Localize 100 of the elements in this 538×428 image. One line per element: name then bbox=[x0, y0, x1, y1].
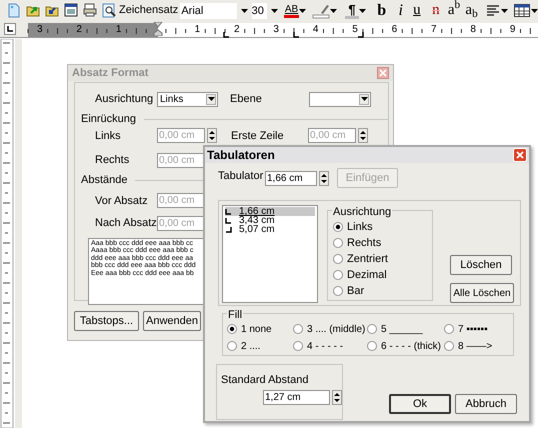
radio-label[interactable]: 4 - - - - - bbox=[307, 338, 344, 354]
tabstops-button[interactable]: Tabstops... bbox=[74, 311, 139, 331]
radio-button[interactable] bbox=[293, 324, 303, 334]
ruler-number: 4 bbox=[312, 24, 320, 36]
tab-position-field[interactable]: 1,66 cm bbox=[265, 170, 317, 186]
font-label: Zeichensatz bbox=[119, 3, 178, 18]
field-label: Ebene bbox=[230, 92, 263, 107]
radio-button[interactable] bbox=[227, 341, 237, 351]
align-icon[interactable] bbox=[487, 4, 499, 16]
ruler-number: 7 bbox=[430, 24, 438, 36]
radio-label[interactable]: Dezimal bbox=[347, 266, 387, 284]
ruler-number: 5 bbox=[351, 24, 359, 36]
field-label: Standard Abstand bbox=[221, 373, 308, 388]
close-icon[interactable] bbox=[377, 67, 389, 79]
tab-stop-icon[interactable] bbox=[293, 32, 300, 38]
tab-stop-icon[interactable] bbox=[357, 32, 364, 38]
field-label: Rechts bbox=[95, 153, 130, 168]
ruler-number: 3 bbox=[36, 24, 44, 36]
font-color-button[interactable]: AB bbox=[284, 4, 300, 18]
table-icon[interactable] bbox=[514, 4, 530, 17]
ruler-number: 9 bbox=[508, 24, 516, 36]
radio-label[interactable]: Bar bbox=[347, 282, 364, 300]
ruler-number: 2 bbox=[75, 24, 83, 36]
printer-icon[interactable] bbox=[83, 3, 97, 18]
radio-label[interactable]: 2 .... bbox=[241, 338, 260, 354]
underline-button[interactable]: u bbox=[412, 0, 422, 22]
ruler-number: 6 bbox=[390, 24, 398, 36]
radio-button[interactable] bbox=[444, 341, 454, 351]
radio-label[interactable]: Zentriert bbox=[347, 250, 388, 268]
radio-label[interactable]: 8 ——> bbox=[458, 338, 492, 354]
cancel-button[interactable]: Abbruch bbox=[455, 394, 517, 414]
caret-icon[interactable] bbox=[358, 8, 366, 12]
ruler-corner-icon[interactable] bbox=[4, 23, 16, 35]
font-field[interactable]: Arial bbox=[180, 2, 237, 18]
spinner-icon[interactable] bbox=[332, 390, 342, 404]
radio-button[interactable] bbox=[293, 341, 303, 351]
radio-label[interactable]: Links bbox=[347, 218, 373, 236]
radio-button[interactable] bbox=[367, 324, 377, 334]
radio-button[interactable] bbox=[333, 270, 343, 280]
radio-label[interactable]: 6 - - - - (thick) bbox=[381, 338, 441, 354]
highlighter-icon[interactable] bbox=[312, 2, 330, 18]
list-text: 3,43 cm bbox=[239, 216, 275, 225]
radio-button[interactable] bbox=[227, 324, 237, 334]
indent-marker-icon[interactable] bbox=[153, 22, 163, 36]
caret-icon[interactable] bbox=[240, 8, 248, 12]
list-item[interactable]: 1,66 cm bbox=[225, 207, 315, 216]
field-label: Links bbox=[95, 128, 122, 144]
field-label: Tabulator bbox=[218, 169, 264, 184]
radio-button[interactable] bbox=[333, 286, 343, 296]
radio-button[interactable] bbox=[333, 222, 343, 232]
ruler-number: 1 bbox=[194, 24, 202, 36]
section-heading: Einrückung bbox=[81, 112, 136, 128]
ruler-number: 1 bbox=[114, 24, 122, 36]
group-label: Ausrichtung bbox=[332, 204, 392, 220]
caret-icon[interactable] bbox=[208, 97, 214, 102]
field-label: Ausrichtung bbox=[95, 92, 154, 107]
ok-button[interactable]: Ok bbox=[389, 394, 451, 414]
caret-icon[interactable] bbox=[501, 8, 508, 12]
field-label: Vor Absatz bbox=[95, 194, 149, 208]
default-spacing-field[interactable]: 1,27 cm bbox=[263, 390, 330, 404]
alignment-select[interactable]: Links bbox=[157, 92, 218, 107]
delete-button[interactable]: Löschen bbox=[450, 255, 512, 275]
new-document-icon[interactable] bbox=[7, 3, 21, 18]
caret-icon[interactable] bbox=[270, 8, 278, 12]
radio-button[interactable] bbox=[333, 254, 343, 264]
field-label: Nach Absatz bbox=[95, 216, 157, 231]
list-text: 5,07 cm bbox=[239, 225, 275, 234]
list-item[interactable]: 5,07 cm bbox=[225, 225, 315, 234]
ruler-number: 8 bbox=[469, 24, 477, 36]
radio-label[interactable]: 3 .... (middle) bbox=[307, 322, 366, 336]
window-title: Absatz Format bbox=[72, 66, 148, 81]
bold-button[interactable]: b bbox=[376, 0, 388, 22]
radio-button[interactable] bbox=[444, 324, 454, 334]
radio-label[interactable]: Rechts bbox=[347, 234, 382, 252]
radio-label[interactable]: 7 ▪▪▪▪▪▪ bbox=[458, 322, 488, 336]
spinner-icon[interactable] bbox=[358, 128, 368, 144]
size-field[interactable]: 30 bbox=[252, 2, 267, 18]
list-text: 1,66 cm bbox=[239, 207, 275, 216]
caret-icon[interactable] bbox=[330, 8, 338, 12]
radio-label[interactable]: 1 none bbox=[241, 322, 272, 336]
ruler-number: 2 bbox=[233, 24, 241, 36]
subscript-button[interactable]: a$_{b}$ bbox=[465, 3, 479, 18]
caret-icon[interactable] bbox=[531, 8, 538, 12]
list-item[interactable]: 3,43 cm bbox=[225, 216, 315, 225]
apply-button[interactable]: Anwenden bbox=[143, 311, 201, 331]
section-heading: Abstände bbox=[81, 173, 128, 188]
window-title: Tabulatoren bbox=[207, 147, 275, 164]
spinner-icon[interactable] bbox=[319, 170, 329, 186]
delete-all-button[interactable]: Alle Löschen bbox=[450, 283, 514, 303]
spinner-icon[interactable] bbox=[207, 128, 217, 144]
print-preview-icon[interactable] bbox=[102, 3, 116, 18]
tab-stop-icon[interactable] bbox=[223, 32, 230, 38]
caret-icon[interactable] bbox=[299, 8, 306, 12]
radio-button[interactable] bbox=[367, 341, 377, 351]
radio-label[interactable]: 5 ______ bbox=[381, 322, 423, 336]
radio-button[interactable] bbox=[333, 238, 343, 248]
italic-button[interactable]: i bbox=[396, 0, 406, 22]
caret-icon[interactable] bbox=[360, 97, 368, 102]
window-icon[interactable] bbox=[64, 3, 78, 18]
ruler-number: 3 bbox=[272, 24, 280, 36]
